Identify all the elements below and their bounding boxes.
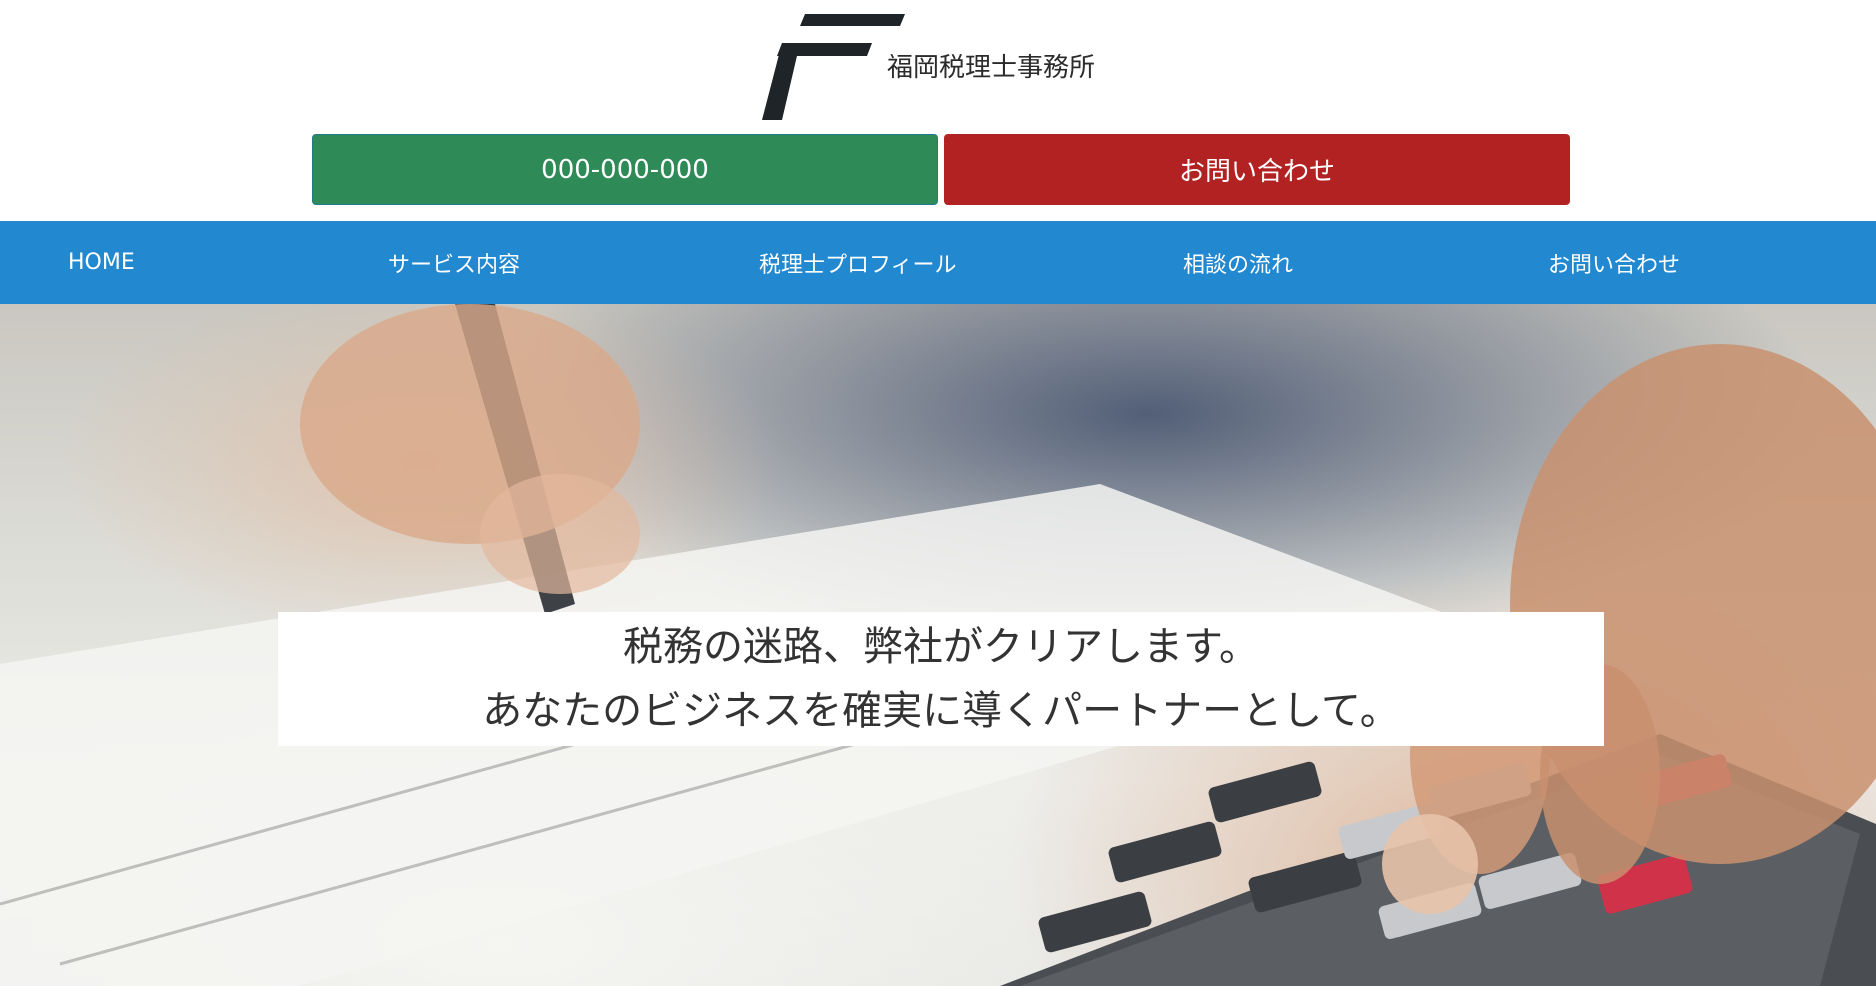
nav-item-label: お問い合わせ [1548,252,1681,278]
nav-item-label: サービス内容 [388,252,521,278]
nav-item-label: 税理士プロフィール [759,252,957,278]
contact-button[interactable]: お問い合わせ [944,134,1570,205]
nav-item-services[interactable]: サービス内容 [388,221,520,304]
nav-item-contact[interactable]: お問い合わせ [1548,221,1680,304]
contact-label: お問い合わせ [1178,157,1335,187]
site-header: 福岡税理士事務所 000-000-000 お問い合わせ [0,0,1876,221]
site-logo[interactable]: 福岡税理士事務所 [760,14,1120,120]
nav-item-consultation-flow[interactable]: 相談の流れ [1183,221,1293,304]
nav-item-label: 相談の流れ [1183,252,1294,278]
hero-banner: 税務の迷路、弊社がクリアします。 あなたのビジネスを確実に導くパートナーとして。 [0,304,1876,986]
hero-tagline-line-2: あなたのビジネスを確実に導くパートナーとして。 [482,688,1400,734]
hero-tagline: 税務の迷路、弊社がクリアします。 あなたのビジネスを確実に導くパートナーとして。 [278,612,1604,746]
main-nav: HOME サービス内容 税理士プロフィール 相談の流れ お問い合わせ [0,221,1876,304]
phone-button[interactable]: 000-000-000 [312,134,938,205]
phone-label: 000-000-000 [541,154,709,185]
nav-item-home[interactable]: HOME [68,221,135,304]
nav-item-profile[interactable]: 税理士プロフィール [759,221,957,304]
nav-item-label: HOME [68,250,135,275]
hero-tagline-line-1: 税務の迷路、弊社がクリアします。 [623,624,1259,670]
logo-text: 福岡税理士事務所 [887,53,1096,83]
